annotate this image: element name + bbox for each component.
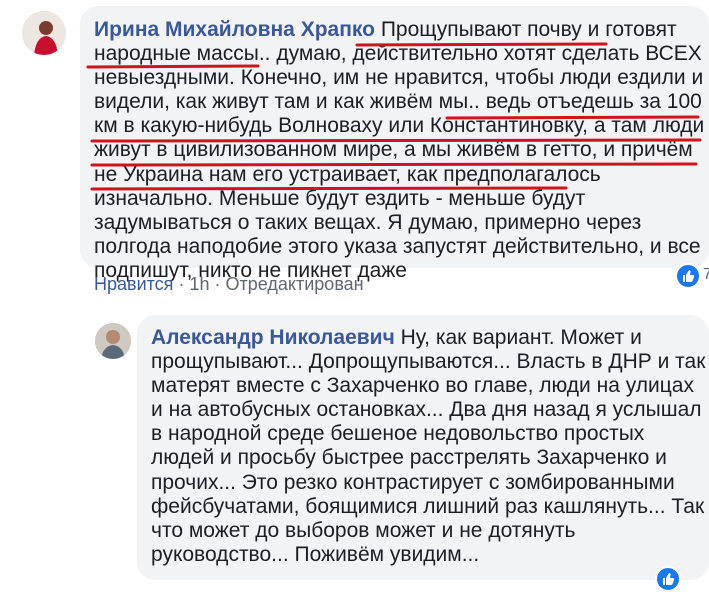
edited-label[interactable]: Отредактирован (226, 274, 364, 294)
meta-separator: · (214, 274, 221, 294)
comment-1-author[interactable]: Ирина Михайловна Храпко (94, 18, 375, 41)
like-icon[interactable] (655, 566, 681, 592)
reaction-count: 7 (703, 266, 709, 283)
avatar-alexander[interactable] (95, 323, 131, 359)
comment-2-body: Александр Николаевич Ну, как вариант. Мо… (151, 326, 709, 567)
avatar-irina[interactable] (22, 11, 66, 55)
comment-2-text: Ну, как вариант. Может и прощупывают... … (151, 326, 706, 566)
comment-2-author[interactable]: Александр Николаевич (151, 326, 395, 349)
comment-1-time[interactable]: 1h (189, 274, 209, 294)
comment-1-body: Ирина Михайловна Храпко Прощупывают почв… (94, 18, 709, 283)
comment-1-text: Прощупывают почву и готовят народные мас… (94, 18, 705, 282)
like-icon[interactable] (675, 263, 701, 289)
meta-separator: · (178, 274, 185, 294)
comment-1-meta: Нравится · 1h · Отредактирован (94, 274, 364, 295)
like-link[interactable]: Нравится (94, 274, 173, 294)
